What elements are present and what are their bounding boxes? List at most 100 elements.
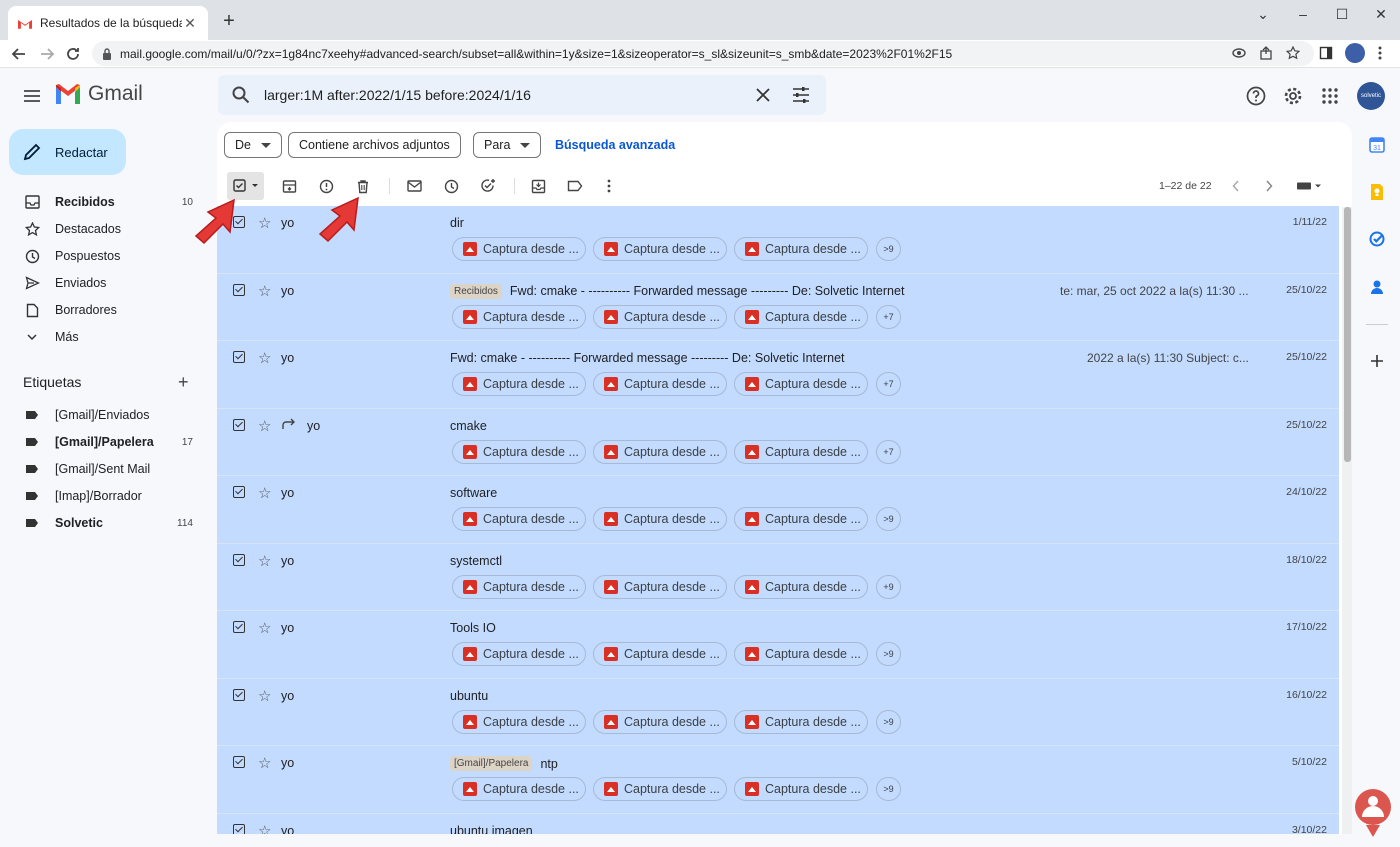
attachment-chip[interactable]: Captura desde ... — [734, 642, 868, 666]
compose-button[interactable]: Redactar — [9, 129, 126, 175]
scrollbar-thumb[interactable] — [1344, 207, 1351, 462]
attachment-chip[interactable]: Captura desde ... — [734, 372, 868, 396]
attachment-chip[interactable]: Captura desde ... — [452, 304, 586, 329]
label-item[interactable]: [Gmail]/Enviados — [0, 402, 210, 428]
attachment-chip[interactable]: Captura desde ... — [452, 439, 586, 464]
row-checkbox[interactable] — [233, 486, 245, 498]
more-options-icon[interactable] — [600, 177, 618, 195]
gmail-logo[interactable]: Gmail — [54, 82, 143, 106]
newer-page-icon[interactable] — [1227, 177, 1245, 195]
row-checkbox[interactable] — [233, 756, 245, 768]
attachment-chip[interactable]: Captura desde ... — [734, 777, 868, 801]
sidebar-item-recibidos[interactable]: Recibidos 10 — [0, 189, 210, 215]
label-item[interactable]: Solvetic 114 — [0, 510, 210, 536]
sidebar-item-destacados[interactable]: Destacados — [0, 216, 210, 242]
google-calendar-icon[interactable]: 31 — [1366, 134, 1388, 156]
minimize-button[interactable]: – — [1283, 0, 1323, 28]
more-attachments-chip[interactable]: >9 — [876, 237, 901, 261]
google-apps-icon[interactable] — [1318, 84, 1342, 108]
star-icon[interactable]: ☆ — [258, 484, 271, 502]
label-item[interactable]: [Gmail]/Papelera 17 — [0, 429, 210, 455]
star-icon[interactable]: ☆ — [258, 214, 271, 232]
new-tab-button[interactable]: + — [218, 10, 240, 32]
row-checkbox[interactable] — [233, 688, 245, 701]
attachment-chip[interactable]: Captura desde ... — [593, 237, 727, 261]
row-checkbox[interactable] — [233, 823, 245, 834]
attachment-chip[interactable]: Captura desde ... — [452, 642, 586, 666]
table-row[interactable]: ☆ yo ubuntu 16/10/22 Captura desde ... Captur… — [217, 678, 1339, 746]
filter-attachment-chip[interactable]: Contiene archivos adjuntos — [288, 132, 461, 158]
search-icon[interactable] — [232, 86, 250, 104]
main-menu-button[interactable] — [20, 84, 44, 108]
google-keep-icon[interactable] — [1366, 181, 1388, 203]
star-icon[interactable]: ☆ — [258, 822, 271, 835]
attachment-chip[interactable]: Captura desde ... — [734, 574, 868, 599]
add-label-button[interactable]: + — [178, 373, 189, 391]
side-panel-icon[interactable] — [1316, 43, 1336, 63]
reload-button[interactable] — [62, 43, 84, 65]
clear-search-icon[interactable] — [753, 85, 773, 105]
attachment-chip[interactable]: Captura desde ... — [593, 709, 727, 734]
more-attachments-chip[interactable]: >9 — [876, 777, 901, 801]
table-row[interactable]: ☆ yo Recibidos Fwd: cmake - ---------- Forw… — [217, 273, 1339, 341]
attachment-chip[interactable]: Captura desde ... — [452, 372, 586, 396]
sidebar-item-borradores[interactable]: Borradores — [0, 297, 210, 323]
star-icon[interactable]: ☆ — [258, 349, 271, 367]
eye-icon[interactable] — [1229, 43, 1249, 63]
share-icon[interactable] — [1256, 43, 1276, 63]
more-attachments-chip[interactable]: +7 — [876, 372, 901, 396]
search-bar[interactable] — [218, 75, 826, 115]
search-input[interactable] — [264, 87, 734, 103]
attachment-chip[interactable]: Captura desde ... — [452, 237, 586, 261]
star-icon[interactable]: ☆ — [258, 687, 271, 705]
sidebar-item-enviados[interactable]: Enviados — [0, 270, 210, 296]
label-tag-icon[interactable] — [566, 177, 584, 195]
more-attachments-chip[interactable]: +9 — [876, 574, 901, 599]
row-checkbox[interactable] — [233, 553, 245, 566]
archive-icon[interactable] — [280, 177, 298, 195]
account-avatar[interactable]: solvetic — [1357, 82, 1385, 110]
filter-from-chip[interactable]: De — [224, 132, 282, 158]
older-page-icon[interactable] — [1260, 177, 1278, 195]
settings-gear-icon[interactable] — [1281, 84, 1305, 108]
more-attachments-chip[interactable]: >9 — [876, 507, 901, 531]
label-item[interactable]: [Gmail]/Sent Mail — [0, 456, 210, 482]
attachment-chip[interactable]: Captura desde ... — [452, 507, 586, 531]
tab-search-icon[interactable]: ⌄ — [1243, 0, 1283, 28]
star-icon[interactable]: ☆ — [258, 619, 271, 637]
table-row[interactable]: ☆ yo software 24/10/22 Captura desde ... Capt… — [217, 476, 1339, 544]
address-bar[interactable]: mail.google.com/mail/u/0/?zx=1g84nc7xeeh… — [92, 41, 1314, 66]
table-row[interactable]: ☆ yo Tools IO 17/10/22 Captura desde ... Capt… — [217, 611, 1339, 679]
table-row[interactable]: ☆ yo systemctl 18/10/22 Captura desde ... Cap… — [217, 543, 1339, 611]
google-tasks-icon[interactable] — [1366, 228, 1388, 250]
table-row[interactable]: ☆ yo ubuntu imagen 3/10/22 — [217, 813, 1339, 835]
move-to-icon[interactable] — [529, 177, 547, 195]
forward-button[interactable] — [36, 43, 58, 65]
row-checkbox[interactable] — [233, 418, 245, 431]
table-row[interactable]: ☆ yo dir 1/11/22 Captura desde ... Captura de… — [217, 206, 1339, 274]
attachment-chip[interactable]: Captura desde ... — [452, 777, 586, 801]
sidebar-item-más[interactable]: Más — [0, 324, 210, 350]
browser-tab[interactable]: Resultados de la búsqueda - solvetic ✕ — [8, 6, 208, 40]
attachment-chip[interactable]: Captura desde ... — [452, 709, 586, 734]
attachment-chip[interactable]: Captura desde ... — [593, 777, 727, 801]
row-checkbox[interactable] — [233, 351, 245, 363]
row-label-badge[interactable]: [Gmail]/Papelera — [450, 756, 533, 771]
row-checkbox[interactable] — [233, 621, 245, 633]
more-attachments-chip[interactable]: >9 — [876, 642, 901, 666]
sidebar-item-pospuestos[interactable]: Pospuestos — [0, 243, 210, 269]
advanced-search-link[interactable]: Búsqueda avanzada — [555, 138, 675, 152]
row-checkbox[interactable] — [233, 283, 245, 296]
snooze-clock-icon[interactable] — [442, 177, 460, 195]
input-tools-keyboard-icon[interactable] — [1292, 177, 1326, 195]
bookmark-star-icon[interactable] — [1283, 43, 1303, 63]
more-attachments-chip[interactable]: >9 — [876, 709, 901, 734]
label-item[interactable]: [Imap]/Borrador — [0, 483, 210, 509]
attachment-chip[interactable]: Captura desde ... — [593, 304, 727, 329]
google-contacts-icon[interactable] — [1366, 276, 1388, 298]
browser-menu-icon[interactable] — [1370, 43, 1390, 63]
table-row[interactable]: ☆ yo Fwd: cmake - ---------- Forwarded mes… — [217, 341, 1339, 409]
help-icon[interactable] — [1244, 84, 1268, 108]
attachment-chip[interactable]: Captura desde ... — [734, 709, 868, 734]
maximize-button[interactable]: ☐ — [1322, 0, 1362, 28]
